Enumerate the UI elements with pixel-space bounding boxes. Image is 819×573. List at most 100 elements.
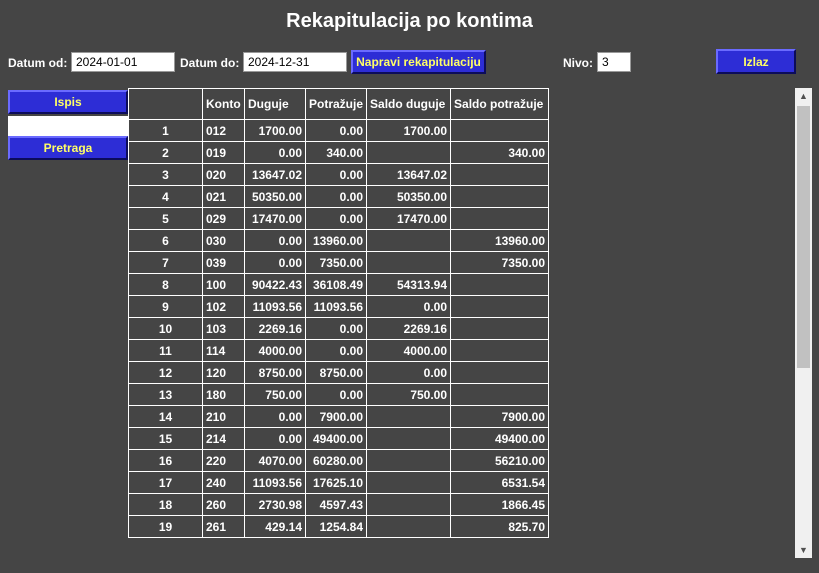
table-row[interactable]: 5 029 17470.00 0.00 17470.00 [128,207,550,230]
cell-index: 14 [128,405,203,428]
level-input[interactable] [597,52,631,72]
cell-index: 11 [128,339,203,362]
cell-credit: 0.00 [304,207,368,230]
cell-credit: 340.00 [304,141,368,164]
cell-credit: 60280.00 [304,449,368,472]
cell-balance-credit [450,339,550,362]
scroll-thumb[interactable] [797,106,810,368]
print-button[interactable]: Ispis [8,90,128,114]
cell-index: 2 [128,141,203,164]
cell-debit: 1700.00 [244,119,306,142]
table-row[interactable]: 18 260 2730.98 4597.43 1866.45 [128,493,550,516]
cell-credit: 7350.00 [304,251,368,274]
cell-balance-debit [366,251,452,274]
cell-debit: 17470.00 [244,207,306,230]
cell-credit: 0.00 [304,339,368,362]
cell-balance-credit: 825.70 [450,515,550,538]
cell-index: 7 [128,251,203,274]
cell-balance-credit [450,207,550,230]
recap-table-container: Konto Duguje Potražuje Saldo duguje Sald… [128,88,550,538]
table-row[interactable]: 4 021 50350.00 0.00 50350.00 [128,185,550,208]
cell-debit: 429.14 [244,515,306,538]
cell-balance-debit [366,141,452,164]
table-row[interactable]: 13 180 750.00 0.00 750.00 [128,383,550,406]
cell-account: 210 [202,405,245,428]
cell-credit: 4597.43 [304,493,368,516]
scroll-up-arrow-icon[interactable]: ▲ [795,88,812,104]
cell-balance-debit: 4000.00 [366,339,452,362]
table-row[interactable]: 1 012 1700.00 0.00 1700.00 [128,119,550,142]
cell-balance-debit: 0.00 [366,295,452,318]
cell-balance-credit: 7350.00 [450,251,550,274]
cell-balance-credit [450,185,550,208]
cell-account: 021 [202,185,245,208]
search-button[interactable]: Pretraga [8,136,128,160]
cell-balance-credit [450,317,550,340]
scroll-down-arrow-icon[interactable]: ▼ [795,542,812,558]
cell-credit: 7900.00 [304,405,368,428]
table-row[interactable]: 7 039 0.00 7350.00 7350.00 [128,251,550,274]
cell-balance-debit: 54313.94 [366,273,452,296]
cell-credit: 0.00 [304,383,368,406]
col-header-debit: Duguje [244,88,306,120]
generate-recap-button[interactable]: Napravi rekapitulaciju [351,50,486,74]
cell-index: 19 [128,515,203,538]
cell-account: 029 [202,207,245,230]
cell-debit: 0.00 [244,141,306,164]
cell-balance-credit [450,273,550,296]
cell-account: 261 [202,515,245,538]
exit-button[interactable]: Izlaz [716,49,796,74]
cell-debit: 0.00 [244,427,306,450]
cell-balance-credit [450,295,550,318]
date-to-input[interactable] [243,52,347,72]
cell-credit: 0.00 [304,119,368,142]
table-row[interactable]: 14 210 0.00 7900.00 7900.00 [128,405,550,428]
vertical-scrollbar[interactable]: ▲ ▼ [795,88,812,558]
cell-credit: 8750.00 [304,361,368,384]
cell-debit: 13647.02 [244,163,306,186]
cell-balance-debit: 17470.00 [366,207,452,230]
table-row[interactable]: 10 103 2269.16 0.00 2269.16 [128,317,550,340]
table-row[interactable]: 16 220 4070.00 60280.00 56210.00 [128,449,550,472]
cell-balance-credit [450,361,550,384]
cell-debit: 11093.56 [244,295,306,318]
table-row[interactable]: 19 261 429.14 1254.84 825.70 [128,515,550,538]
cell-balance-debit [366,405,452,428]
cell-account: 180 [202,383,245,406]
cell-balance-debit: 0.00 [366,361,452,384]
level-label: Nivo: [563,56,593,70]
cell-debit: 750.00 [244,383,306,406]
cell-balance-credit: 56210.00 [450,449,550,472]
cell-balance-debit: 13647.02 [366,163,452,186]
cell-debit: 4070.00 [244,449,306,472]
table-row[interactable]: 3 020 13647.02 0.00 13647.02 [128,163,550,186]
cell-balance-credit: 1866.45 [450,493,550,516]
table-row[interactable]: 11 114 4000.00 0.00 4000.00 [128,339,550,362]
table-row[interactable]: 15 214 0.00 49400.00 49400.00 [128,427,550,450]
cell-account: 030 [202,229,245,252]
table-row[interactable]: 6 030 0.00 13960.00 13960.00 [128,229,550,252]
cell-balance-debit [366,427,452,450]
cell-debit: 90422.43 [244,273,306,296]
table-row[interactable]: 8 100 90422.43 36108.49 54313.94 [128,273,550,296]
date-from-input[interactable] [71,52,175,72]
cell-credit: 11093.56 [304,295,368,318]
page-title: Rekapitulacija po kontima [286,10,533,32]
table-row[interactable]: 12 120 8750.00 8750.00 0.00 [128,361,550,384]
cell-credit: 36108.49 [304,273,368,296]
cell-credit: 1254.84 [304,515,368,538]
cell-index: 17 [128,471,203,494]
cell-index: 16 [128,449,203,472]
cell-debit: 2269.16 [244,317,306,340]
cell-debit: 0.00 [244,229,306,252]
cell-balance-debit: 50350.00 [366,185,452,208]
cell-account: 240 [202,471,245,494]
cell-account: 220 [202,449,245,472]
table-row[interactable]: 9 102 11093.56 11093.56 0.00 [128,295,550,318]
cell-account: 012 [202,119,245,142]
cell-index: 4 [128,185,203,208]
col-header-credit: Potražuje [304,88,368,120]
cell-credit: 0.00 [304,163,368,186]
table-row[interactable]: 2 019 0.00 340.00 340.00 [128,141,550,164]
table-row[interactable]: 17 240 11093.56 17625.10 6531.54 [128,471,550,494]
